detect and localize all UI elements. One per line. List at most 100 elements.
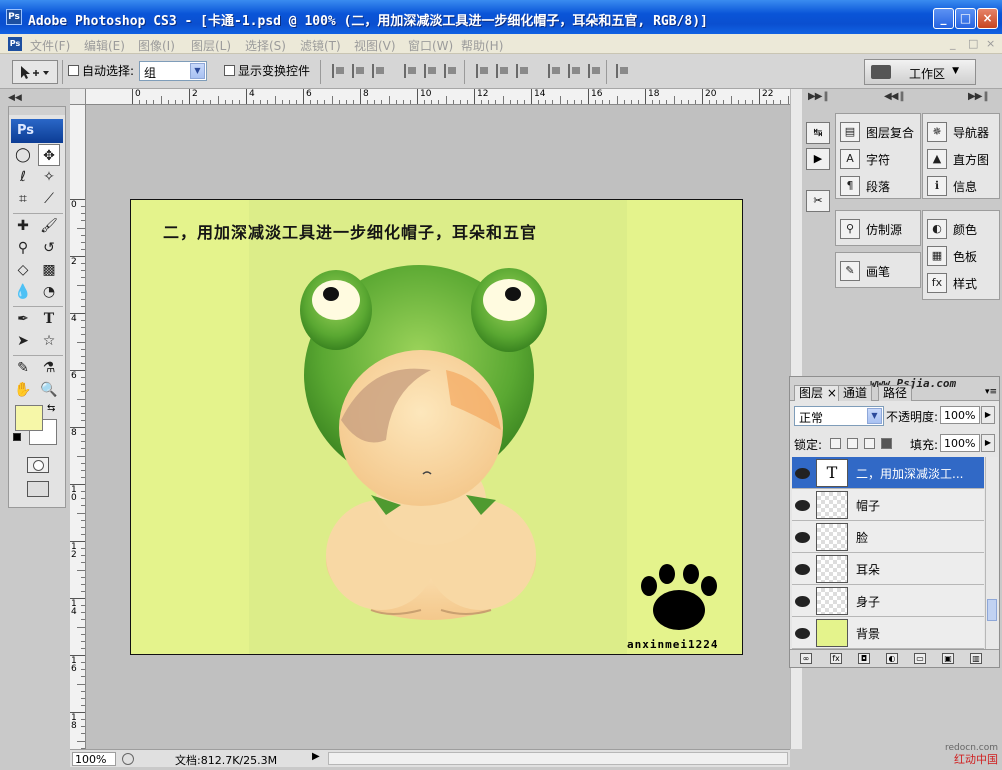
crop-tool-icon[interactable]: ⌗ (12, 188, 34, 210)
visibility-eye-icon[interactable] (794, 529, 810, 543)
visibility-eye-icon[interactable] (794, 465, 810, 479)
screen-mode-button[interactable] (27, 481, 49, 497)
scroll-thumb[interactable] (987, 599, 997, 621)
layer-row-background[interactable]: 背景 (792, 617, 984, 649)
distribute-top-icon[interactable] (476, 64, 490, 78)
visibility-eye-icon[interactable] (794, 561, 810, 575)
new-layer-icon[interactable]: ▣ (942, 653, 954, 664)
layers-scrollbar[interactable] (985, 457, 998, 649)
layer-row-hat[interactable]: 帽子 (792, 489, 984, 521)
doc-minimize-button[interactable]: _ (950, 37, 956, 50)
tab-layers[interactable]: 图层 × (794, 385, 842, 401)
history-brush-icon[interactable]: ↺ (38, 237, 60, 259)
collapse-icon[interactable]: ◀◀ ‖ (884, 91, 905, 102)
doc-close-button[interactable]: × (986, 37, 995, 50)
lock-position-icon[interactable] (864, 438, 875, 449)
swap-colors-icon[interactable]: ⇆ (47, 403, 55, 414)
panel-color[interactable]: ◐ 颜色 (927, 217, 977, 241)
opacity-slider-arrow-icon[interactable]: ▶ (981, 406, 995, 424)
panel-layer-comps[interactable]: ▤ 图层复合 (840, 120, 914, 144)
delete-layer-icon[interactable]: ▥ (970, 653, 982, 664)
layer-row-title-text[interactable]: T 二，用加深减淡工... (792, 457, 984, 489)
menu-filter[interactable]: 滤镜(T) (300, 37, 341, 54)
workspace-button[interactable]: 工作区 ▼ (864, 59, 976, 85)
close-button[interactable]: × (977, 8, 998, 29)
align-right-icon[interactable] (444, 64, 458, 78)
default-colors-icon[interactable] (13, 433, 21, 441)
actions-icon[interactable]: ▶ (806, 148, 830, 170)
panel-brushes[interactable]: ✎ 画笔 (840, 259, 890, 283)
history-icon[interactable]: ✂ (806, 190, 830, 212)
menu-file[interactable]: 文件(F) (30, 37, 70, 54)
link-layers-icon[interactable]: ∞ (800, 653, 812, 664)
align-hcenter-icon[interactable] (424, 64, 438, 78)
align-top-icon[interactable] (332, 64, 346, 78)
adjustment-layer-icon[interactable]: ◐ (886, 653, 898, 664)
horizontal-ruler[interactable]: 0 2 4 6 8 10 12 14 16 18 20 22 (86, 89, 790, 105)
layer-style-icon[interactable]: fx (830, 653, 842, 664)
healing-brush-icon[interactable]: ✚ (12, 215, 34, 237)
maximize-button[interactable]: □ (955, 8, 976, 29)
layer-row-ears[interactable]: 耳朵 (792, 553, 984, 585)
align-bottom-icon[interactable] (372, 64, 386, 78)
panel-paragraph[interactable]: ¶ 段落 (840, 174, 890, 198)
fill-input[interactable]: 100% (940, 434, 980, 452)
shape-tool-icon[interactable]: ☆ (38, 330, 60, 352)
minimize-button[interactable]: _ (933, 8, 954, 29)
lasso-tool-icon[interactable]: ℓ (12, 166, 34, 188)
tool-preset-picker[interactable] (12, 60, 58, 84)
opacity-input[interactable]: 100% (940, 406, 980, 424)
auto-select-checkbox[interactable] (68, 65, 79, 76)
auto-align-layers-icon[interactable] (616, 64, 630, 78)
type-tool-icon[interactable]: T (38, 308, 60, 330)
lock-all-icon[interactable] (881, 438, 892, 449)
horizontal-scrollbar[interactable] (328, 752, 788, 765)
marquee-tool-icon[interactable]: ◯ (12, 144, 34, 166)
ruler-origin[interactable] (70, 89, 86, 105)
panel-navigator[interactable]: ✵ 导航器 (927, 120, 989, 144)
fill-slider-arrow-icon[interactable]: ▶ (981, 434, 995, 452)
navigator-icon[interactable] (122, 753, 134, 765)
brush-tool-icon[interactable]: 🖌 (38, 215, 60, 237)
menu-edit[interactable]: 编辑(E) (84, 37, 125, 54)
lock-transparency-icon[interactable] (830, 438, 841, 449)
panel-clone-source[interactable]: ⚲ 仿制源 (840, 217, 902, 241)
foreground-color-swatch[interactable] (15, 405, 43, 431)
visibility-eye-icon[interactable] (794, 593, 810, 607)
panel-styles[interactable]: fx 样式 (927, 271, 977, 295)
notes-tool-icon[interactable]: ✎ (12, 357, 34, 379)
panel-menu-icon[interactable]: ▾≡ (985, 387, 997, 397)
blend-mode-dropdown[interactable]: 正常 ▼ (794, 406, 884, 426)
vertical-ruler[interactable]: 0 2 4 6 8 1 0 1 2 1 4 1 6 1 8 (70, 105, 86, 749)
menu-layer[interactable]: 图层(L) (191, 37, 231, 54)
distribute-bottom-icon[interactable] (516, 64, 530, 78)
layer-row-face[interactable]: 脸 (792, 521, 984, 553)
eraser-tool-icon[interactable]: ◇ (12, 259, 34, 281)
distribute-right-icon[interactable] (588, 64, 602, 78)
layer-row-body[interactable]: 身子 (792, 585, 984, 617)
slice-tool-icon[interactable]: ⟋ (38, 188, 60, 210)
visibility-eye-icon[interactable] (794, 497, 810, 511)
collapse-icon[interactable]: ▶▶ ‖ (808, 91, 829, 102)
panel-info[interactable]: ℹ 信息 (927, 174, 977, 198)
hand-tool-icon[interactable]: ✋ (12, 379, 34, 401)
align-vcenter-icon[interactable] (352, 64, 366, 78)
pen-tool-icon[interactable]: ✒ (12, 308, 34, 330)
dodge-tool-icon[interactable]: ◔ (38, 281, 60, 303)
menu-window[interactable]: 窗口(W) (408, 37, 453, 54)
show-transform-checkbox[interactable] (224, 65, 235, 76)
move-tool-icon[interactable]: ✥ (38, 144, 60, 166)
tool-presets-icon[interactable]: ↹ (806, 122, 830, 144)
align-left-icon[interactable] (404, 64, 418, 78)
distribute-hcenter-icon[interactable] (568, 64, 582, 78)
visibility-eye-icon[interactable] (794, 625, 810, 639)
clone-stamp-icon[interactable]: ⚲ (12, 237, 34, 259)
doc-restore-button[interactable]: □ (968, 37, 978, 50)
menu-help[interactable]: 帮助(H) (461, 37, 503, 54)
document-canvas[interactable] (130, 199, 743, 655)
new-group-icon[interactable]: ▭ (914, 653, 926, 664)
toolbox-grip[interactable] (9, 107, 65, 115)
gradient-tool-icon[interactable]: ▩ (38, 259, 60, 281)
auto-select-dropdown[interactable]: 组 ▼ (139, 61, 207, 81)
path-select-icon[interactable]: ➤ (12, 330, 34, 352)
